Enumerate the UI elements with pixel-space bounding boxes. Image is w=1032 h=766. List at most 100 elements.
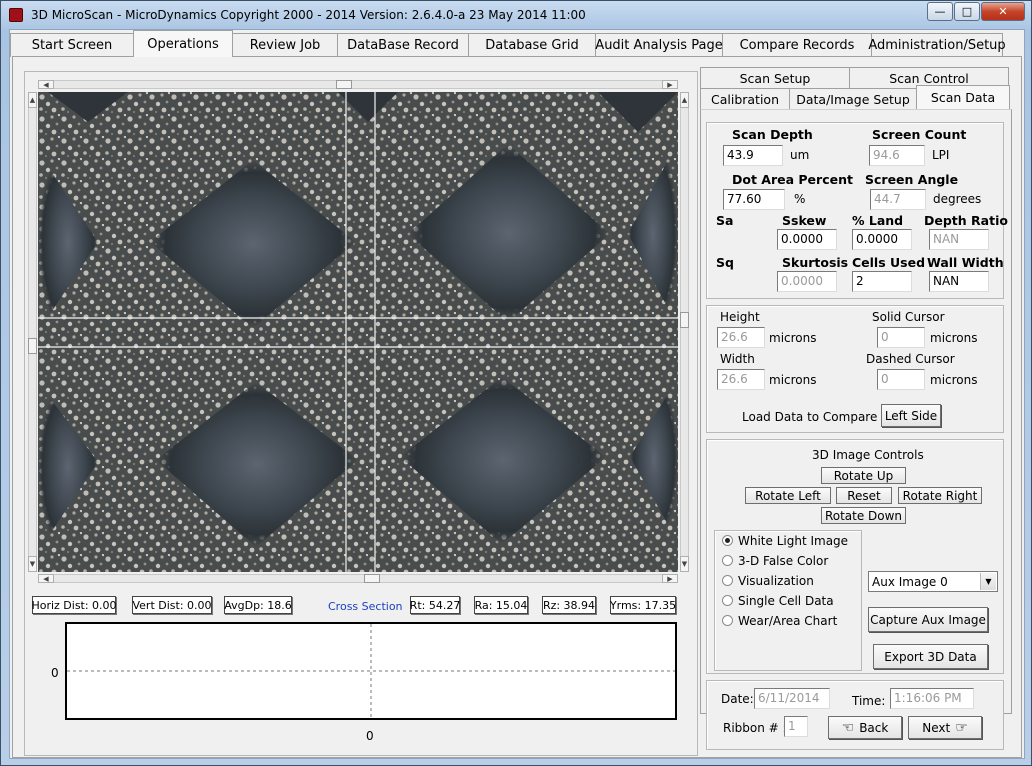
minimize-button[interactable]: — bbox=[927, 2, 953, 21]
date-label: Date: bbox=[721, 692, 754, 706]
screen-angle-unit: degrees bbox=[933, 192, 982, 206]
tab-compare-records[interactable]: Compare Records bbox=[722, 33, 872, 57]
left-side-button[interactable]: Left Side bbox=[881, 404, 941, 427]
sa-label: Sa bbox=[716, 213, 734, 228]
dashed-cursor-unit: microns bbox=[930, 373, 978, 387]
mode-label: Wear/Area Chart bbox=[738, 614, 838, 628]
pointing-left-hand-icon: ☜ bbox=[841, 719, 855, 736]
sq-label: Sq bbox=[716, 255, 734, 270]
scroll-right-arrow-icon[interactable]: ▶ bbox=[662, 80, 678, 89]
app-window: 3D MicroScan - MicroDynamics Copyright 2… bbox=[0, 0, 1032, 766]
aux-image-value: Aux Image 0 bbox=[872, 575, 948, 589]
subtab-data-image-setup[interactable]: Data/Image Setup bbox=[789, 88, 917, 109]
next-button-label: Next bbox=[922, 720, 951, 735]
rotate-down-button[interactable]: Rotate Down bbox=[821, 507, 906, 524]
aux-image-select[interactable]: Aux Image 0 ▼ bbox=[868, 571, 998, 592]
screen-count-unit: LPI bbox=[932, 148, 950, 162]
dot-area-field[interactable]: 77.60 bbox=[723, 189, 785, 210]
time-field[interactable]: 1:16:06 PM bbox=[890, 688, 974, 709]
cells-used-label: Cells Used bbox=[852, 255, 926, 270]
height-field[interactable]: 26.6 bbox=[717, 327, 765, 348]
scroll-up-arrow-icon[interactable]: ▲ bbox=[28, 92, 37, 108]
dashed-cursor-field[interactable]: 0 bbox=[877, 369, 925, 390]
yrms-readout: Yrms: 17.35 bbox=[610, 596, 676, 614]
scan-depth-field[interactable]: 43.9 bbox=[723, 145, 783, 166]
ra-readout: Ra: 15.04 bbox=[474, 596, 528, 614]
top-scroll-thumb[interactable] bbox=[336, 80, 352, 89]
tab-operations[interactable]: Operations bbox=[133, 30, 233, 57]
wall-width-field[interactable]: NAN bbox=[929, 271, 989, 292]
scroll-down-arrow-icon[interactable]: ▼ bbox=[28, 556, 37, 572]
ribbon-label: Ribbon # : bbox=[723, 721, 787, 735]
left-scroll-thumb[interactable] bbox=[28, 338, 37, 354]
plot-x-axis-tick: 0 bbox=[366, 729, 374, 743]
subtab-calibration[interactable]: Calibration bbox=[700, 88, 790, 109]
subtab-scan-data[interactable]: Scan Data bbox=[916, 85, 1010, 109]
sskew-field[interactable]: 0.0000 bbox=[777, 229, 837, 250]
load-compare-label: Load Data to Compare bbox=[742, 410, 878, 424]
skurtosis-field[interactable]: 0.0000 bbox=[777, 271, 837, 292]
radio-button-icon[interactable] bbox=[722, 615, 733, 626]
image-left-scrollbar[interactable] bbox=[28, 92, 37, 572]
radio-button-icon[interactable] bbox=[722, 575, 733, 586]
depth-ratio-field[interactable]: NAN bbox=[929, 229, 989, 250]
scroll-left-arrow-icon[interactable]: ◀ bbox=[38, 80, 54, 89]
rz-readout: Rz: 38.94 bbox=[542, 596, 596, 614]
export-3d-data-button[interactable]: Export 3D Data bbox=[873, 644, 988, 669]
rotate-up-button[interactable]: Rotate Up bbox=[821, 467, 906, 484]
image-right-scrollbar[interactable] bbox=[680, 92, 689, 572]
width-field[interactable]: 26.6 bbox=[717, 369, 765, 390]
tab-audit-analysis-page[interactable]: Audit Analysis Page bbox=[595, 33, 723, 57]
avg-dp-readout: AvgDp: 18.6 bbox=[224, 596, 292, 614]
tab-database-grid[interactable]: Database Grid bbox=[468, 33, 596, 57]
back-button-label: Back bbox=[859, 720, 889, 735]
scroll-up-arrow-icon[interactable]: ▲ bbox=[680, 92, 689, 108]
chevron-down-icon[interactable]: ▼ bbox=[980, 573, 996, 590]
rotate-left-button[interactable]: Rotate Left bbox=[745, 487, 831, 504]
rt-readout: Rt: 54.27 bbox=[410, 596, 460, 614]
image-bottom-scrollbar[interactable] bbox=[38, 574, 678, 583]
bottom-scroll-thumb[interactable] bbox=[364, 574, 380, 583]
right-scroll-thumb[interactable] bbox=[680, 312, 689, 328]
maximize-button[interactable]: □ bbox=[954, 2, 980, 21]
scroll-right-arrow-icon[interactable]: ▶ bbox=[662, 574, 678, 583]
mode-label: White Light Image bbox=[738, 534, 849, 548]
tab-database-record[interactable]: DataBase Record bbox=[337, 33, 469, 57]
solid-cursor-field[interactable]: 0 bbox=[877, 327, 925, 348]
close-button[interactable]: ✕ bbox=[981, 2, 1025, 21]
microscope-scan-image[interactable] bbox=[38, 92, 678, 572]
subtab-scan-setup[interactable]: Scan Setup bbox=[700, 67, 850, 88]
title-bar[interactable]: 3D MicroScan - MicroDynamics Copyright 2… bbox=[1, 1, 1031, 29]
solid-cursor-label: Solid Cursor bbox=[872, 310, 945, 324]
scroll-down-arrow-icon[interactable]: ▼ bbox=[680, 556, 689, 572]
reset-button[interactable]: Reset bbox=[836, 487, 892, 504]
radio-button-icon[interactable] bbox=[722, 555, 733, 566]
scan-image-graphic bbox=[38, 92, 678, 572]
tab-administration-setup[interactable]: Administration/Setup bbox=[868, 33, 1006, 57]
mode-label: Single Cell Data bbox=[738, 594, 834, 608]
back-button[interactable]: ☜ Back bbox=[828, 716, 902, 739]
scroll-left-arrow-icon[interactable]: ◀ bbox=[38, 574, 54, 583]
app-icon bbox=[9, 8, 23, 22]
date-field[interactable]: 6/11/2014 bbox=[754, 688, 830, 709]
screen-count-label: Screen Count bbox=[872, 127, 967, 142]
tab-review-job[interactable]: Review Job bbox=[232, 33, 338, 57]
scan-depth-label: Scan Depth bbox=[732, 127, 813, 142]
plot-y-axis-tick: 0 bbox=[51, 666, 59, 680]
cells-used-field[interactable]: 2 bbox=[852, 271, 912, 292]
tab-start-screen[interactable]: Start Screen bbox=[10, 33, 134, 57]
radio-button-icon[interactable] bbox=[722, 595, 733, 606]
ribbon-field[interactable]: 1 bbox=[784, 716, 808, 737]
dot-area-label: Dot Area Percent bbox=[732, 172, 853, 187]
next-button[interactable]: Next ☞ bbox=[908, 716, 982, 739]
screen-angle-field[interactable]: 44.7 bbox=[870, 189, 926, 210]
screen-count-field[interactable]: 94.6 bbox=[869, 145, 925, 166]
radio-button-icon[interactable] bbox=[722, 535, 733, 546]
rotate-right-button[interactable]: Rotate Right bbox=[898, 487, 982, 504]
width-label: Width bbox=[720, 352, 755, 366]
image-top-scrollbar[interactable] bbox=[38, 80, 678, 89]
cross-section-plot bbox=[65, 622, 677, 720]
capture-aux-image-button[interactable]: Capture Aux Image bbox=[868, 607, 988, 632]
land-field[interactable]: 0.0000 bbox=[852, 229, 912, 250]
horiz-dist-readout: Horiz Dist: 0.00 bbox=[31, 596, 117, 614]
